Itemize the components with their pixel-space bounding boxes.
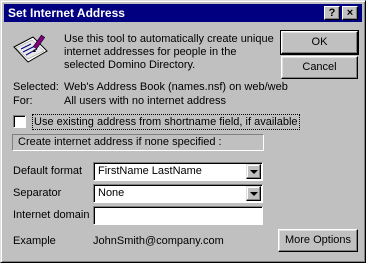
create-address-group-header: Create internet address if none specifie…	[12, 134, 264, 151]
separator-select[interactable]: None	[93, 184, 263, 203]
selected-label: Selected:	[13, 81, 59, 93]
intro-text: Use this tool to automatically create un…	[64, 33, 274, 71]
internet-domain-label: Internet domain	[13, 209, 90, 221]
chevron-down-icon[interactable]	[246, 164, 261, 179]
window-title: Set Internet Address	[8, 6, 125, 20]
address-card-pen-icon	[13, 34, 48, 63]
cancel-button[interactable]: Cancel	[281, 56, 358, 79]
use-shortname-checkbox[interactable]	[13, 115, 26, 128]
example-label: Example	[13, 235, 56, 247]
for-label: For:	[13, 95, 33, 107]
chevron-down-icon[interactable]	[246, 186, 261, 201]
internet-domain-input[interactable]	[93, 206, 263, 225]
separator-value: None	[98, 187, 125, 199]
help-button[interactable]: ?	[324, 6, 340, 20]
default-format-select[interactable]: FirstName LastName	[93, 162, 263, 181]
selected-value: Web's Address Book (names.nsf) on web/we…	[64, 81, 288, 93]
default-format-label: Default format	[13, 165, 83, 177]
for-value: All users with no internet address	[64, 95, 227, 107]
default-format-value: FirstName LastName	[98, 165, 202, 177]
more-options-button[interactable]: More Options	[278, 229, 358, 252]
close-button[interactable]: ×	[342, 6, 358, 20]
ok-button[interactable]: OK	[280, 30, 359, 55]
set-internet-address-dialog: Set Internet Address ? × Use this tool t…	[0, 0, 366, 263]
separator-label: Separator	[13, 187, 62, 199]
use-shortname-label[interactable]: Use existing address from shortname fiel…	[32, 114, 300, 130]
title-bar[interactable]: Set Internet Address ? ×	[4, 4, 362, 22]
example-value: JohnSmith@company.com	[93, 235, 224, 247]
